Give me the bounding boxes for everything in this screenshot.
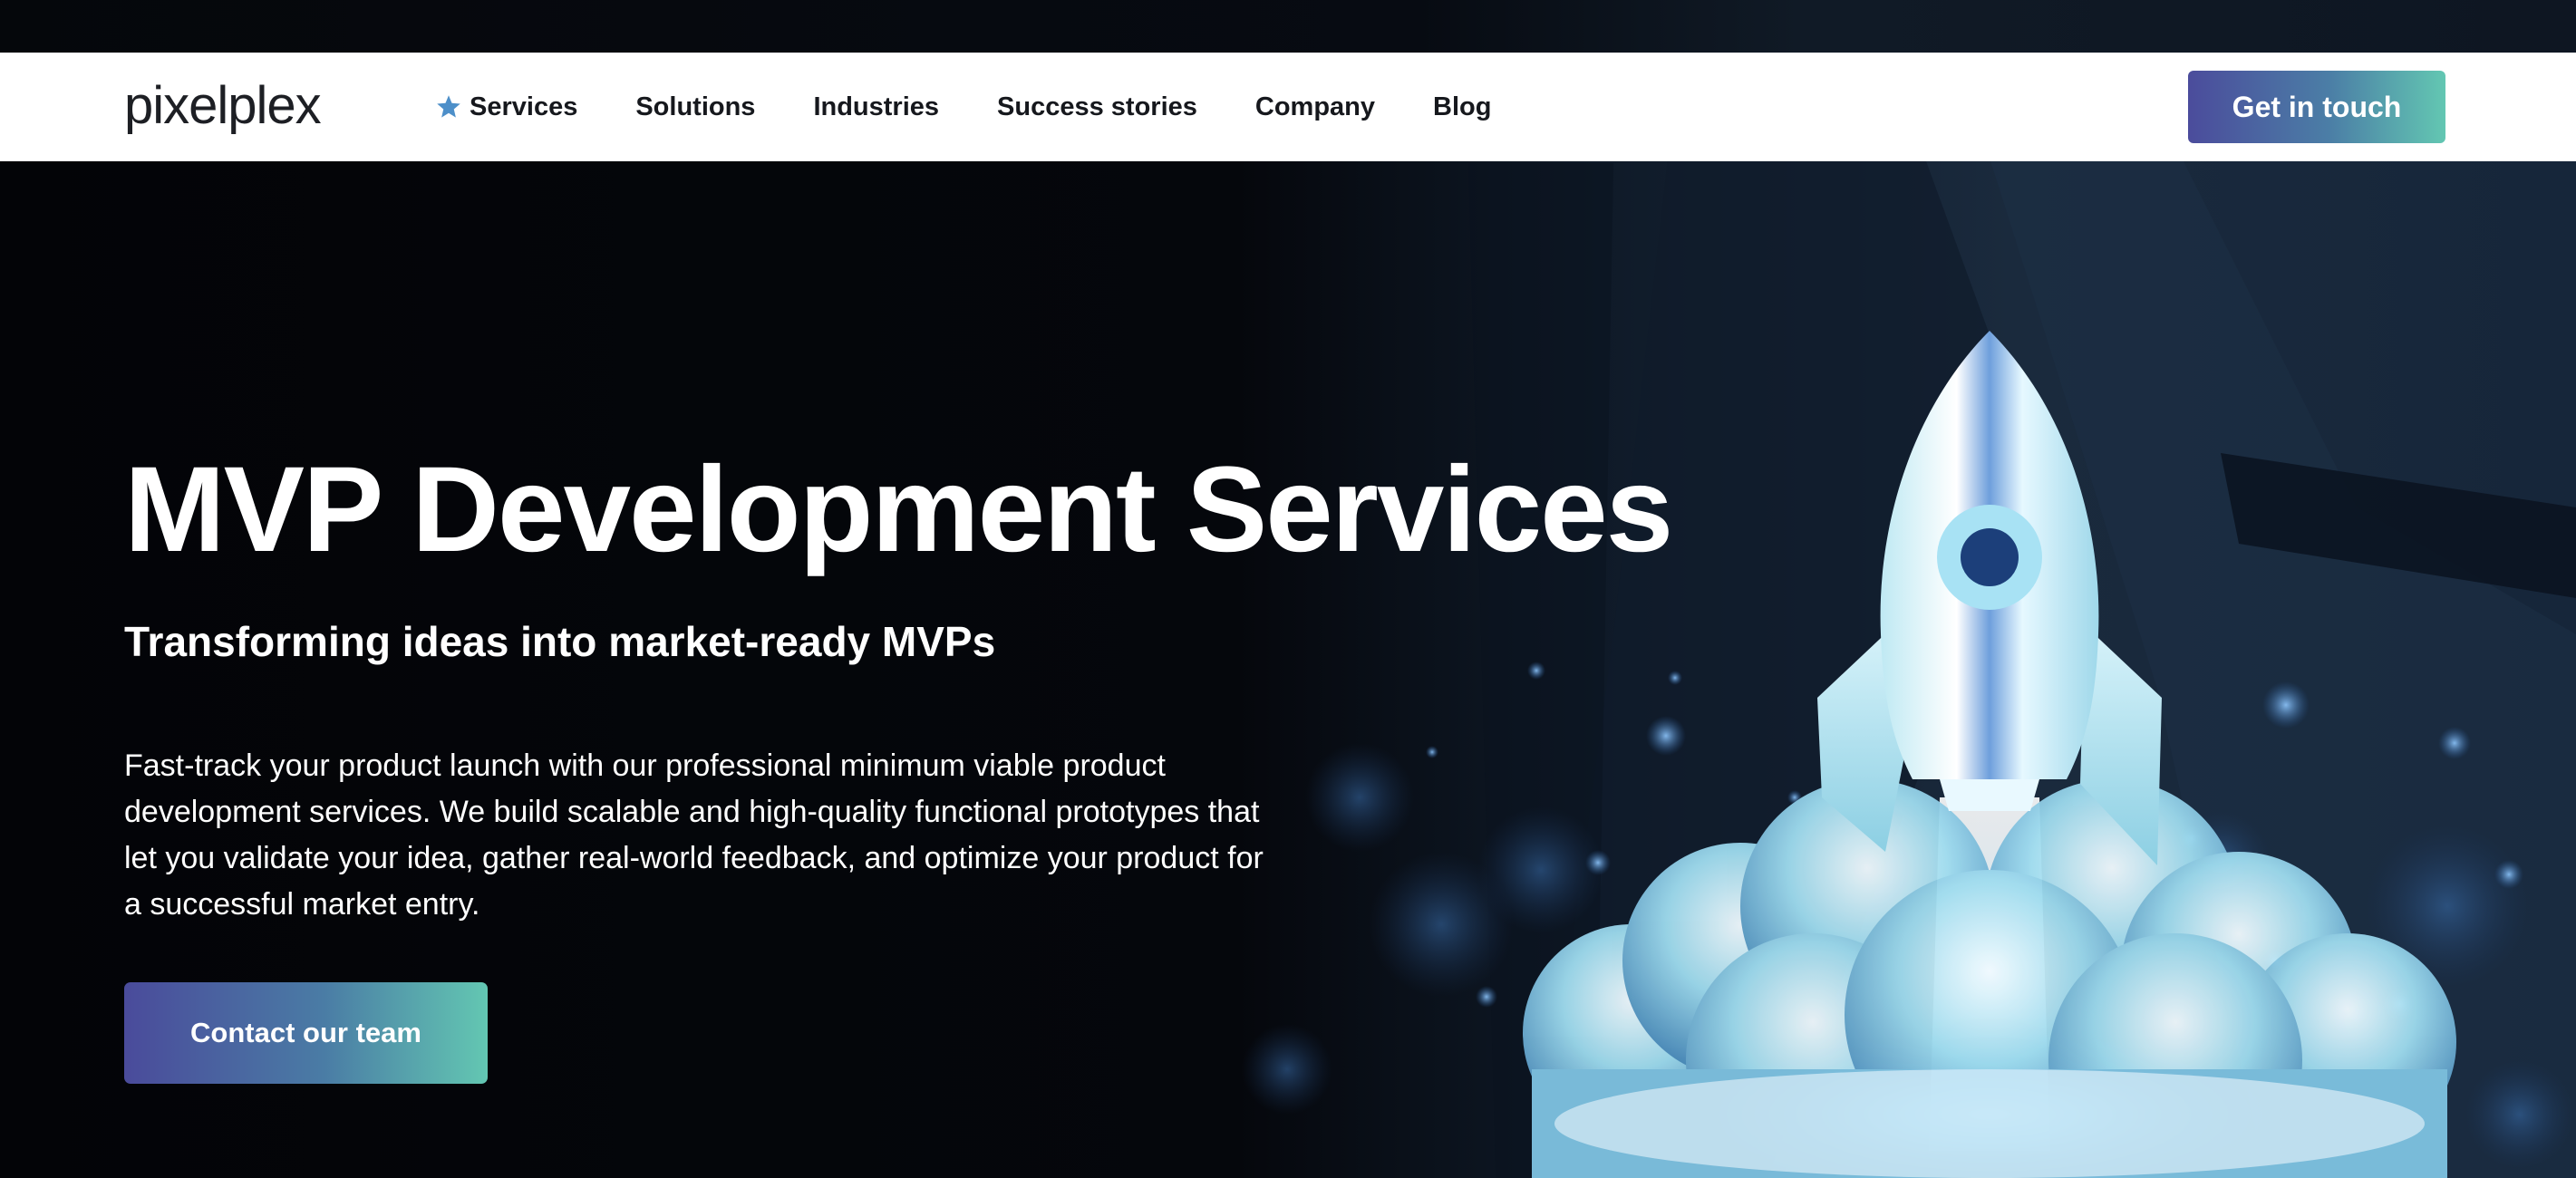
hero-subtitle: Transforming ideas into market-ready MVP… bbox=[124, 618, 996, 665]
contact-our-team-button[interactable]: Contact our team bbox=[124, 982, 488, 1084]
nav-item-blog[interactable]: Blog bbox=[1433, 92, 1491, 122]
nav-label-industries: Industries bbox=[813, 92, 940, 121]
nav-item-solutions[interactable]: Solutions bbox=[635, 92, 755, 122]
star-icon bbox=[437, 95, 460, 118]
get-in-touch-button[interactable]: Get in touch bbox=[2188, 71, 2445, 143]
hero-description: Fast-track your product launch with our … bbox=[124, 748, 1264, 922]
main-nav: Services Solutions Industries Success st… bbox=[435, 53, 1549, 161]
nav-item-industries[interactable]: Industries bbox=[813, 92, 939, 122]
hero-title: MVP Development Services bbox=[124, 442, 1673, 577]
nav-label-solutions: Solutions bbox=[635, 92, 756, 121]
page: pixelplex Services Solutions Industries … bbox=[0, 0, 2576, 1178]
site-header: pixelplex Services Solutions Industries … bbox=[0, 53, 2576, 161]
nav-item-success-stories[interactable]: Success stories bbox=[997, 92, 1197, 122]
nav-label-services: Services bbox=[470, 92, 578, 121]
nav-item-services[interactable]: Services bbox=[435, 92, 577, 122]
nav-label-blog: Blog bbox=[1433, 92, 1492, 121]
nav-item-company[interactable]: Company bbox=[1255, 92, 1375, 122]
top-strip bbox=[0, 0, 2576, 53]
nav-label-success-stories: Success stories bbox=[997, 92, 1197, 121]
nav-label-company: Company bbox=[1254, 92, 1376, 121]
pixelplex-logo[interactable]: pixelplex bbox=[124, 74, 322, 138]
